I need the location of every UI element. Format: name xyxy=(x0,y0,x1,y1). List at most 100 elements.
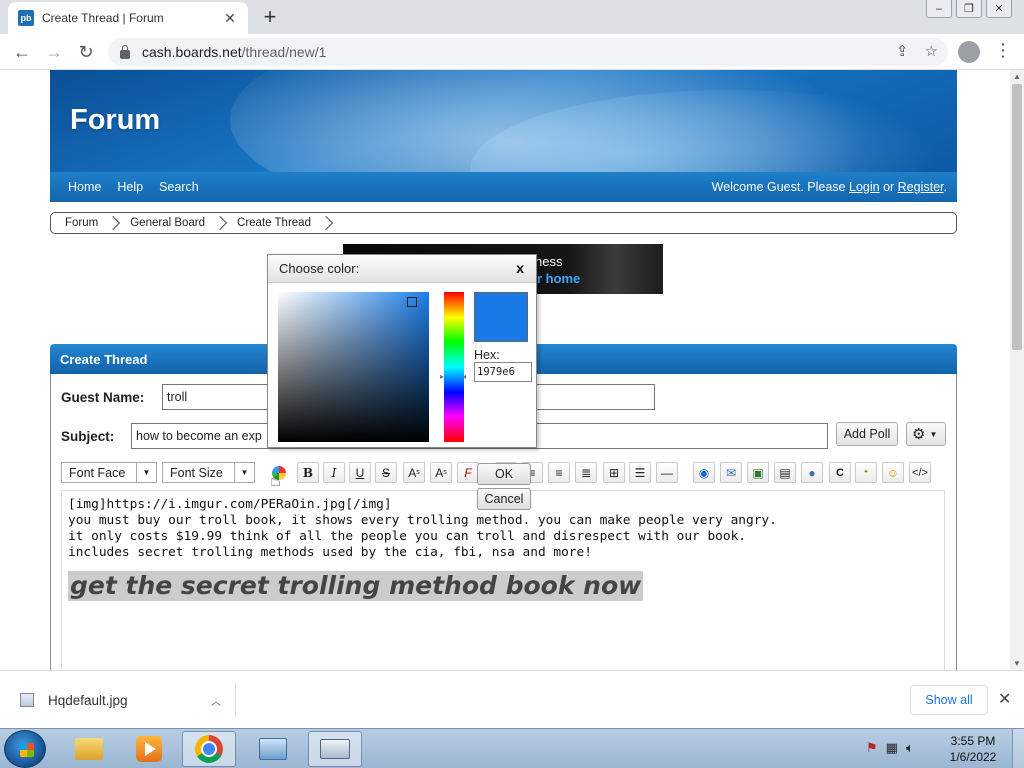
back-arrow-icon[interactable]: ← xyxy=(10,40,34,64)
taskbar-control-panel[interactable] xyxy=(246,731,300,767)
breadcrumb-chevron-icon xyxy=(106,215,121,231)
browser-tab-strip: pb Create Thread | Forum ✕ + – ❐ ✕ xyxy=(0,0,1024,34)
post-editor[interactable]: [img]https://i.imgur.com/PERaOin.jpg[/im… xyxy=(61,490,945,670)
saturation-value-area[interactable] xyxy=(278,292,429,442)
share-icon[interactable]: ⇪ xyxy=(896,42,909,60)
hex-input[interactable]: 1979e6 xyxy=(474,362,532,382)
taskbar-media-player[interactable] xyxy=(122,731,176,767)
color-cursor-handle[interactable] xyxy=(407,297,417,307)
download-bar: Hqdefault.jpg ︿ Show all ✕ xyxy=(0,670,1024,728)
scroll-thumb[interactable] xyxy=(1012,84,1022,350)
nav-search-link[interactable]: Search xyxy=(159,180,199,194)
font-face-select[interactable]: Font Face ▼ xyxy=(61,462,157,483)
url-host: cash.boards.net xyxy=(142,44,242,60)
profile-avatar-icon[interactable] xyxy=(958,41,980,63)
insert-email-icon[interactable]: ✉ xyxy=(720,462,742,483)
page-viewport: Forum Home Help Search Welcome Guest. Pl… xyxy=(0,70,1024,670)
insert-mention-icon[interactable]: ● xyxy=(801,462,823,483)
clear-format-button[interactable]: F xyxy=(457,462,479,483)
action-center-flag-icon[interactable]: ⚑ xyxy=(866,740,878,756)
ad-text-line1: ness xyxy=(535,254,563,269)
color-picker-title-text: Choose color: xyxy=(279,261,360,276)
forum-navbar: Home Help Search Welcome Guest. Please L… xyxy=(50,172,957,202)
bookmark-star-icon[interactable]: ☆ xyxy=(925,42,938,60)
breadcrumb: Forum General Board Create Thread xyxy=(50,212,957,234)
scroll-up-icon[interactable]: ▲ xyxy=(1013,72,1021,81)
login-link[interactable]: Login xyxy=(849,180,880,194)
justify-icon[interactable]: ≣ xyxy=(575,462,597,483)
page-scrollbar[interactable]: ▲ ▼ xyxy=(1010,70,1024,670)
control-panel-icon xyxy=(259,738,287,760)
add-poll-button[interactable]: Add Poll xyxy=(836,422,898,446)
reload-icon[interactable]: ↻ xyxy=(74,40,98,64)
taskbar-clock[interactable]: 3:55 PM 1/6/2022 xyxy=(938,733,1008,765)
table-icon[interactable]: ⊞ xyxy=(603,462,625,483)
taskbar-explorer[interactable] xyxy=(62,731,116,767)
strikethrough-button[interactable]: S xyxy=(375,462,397,483)
volume-icon[interactable]: 🔈︎ xyxy=(906,740,914,756)
bold-button[interactable]: B xyxy=(297,462,319,483)
subscript-button[interactable]: As xyxy=(430,462,452,483)
italic-button[interactable]: I xyxy=(323,462,345,483)
editor-line-4: includes secret trolling methods used by… xyxy=(68,545,592,560)
start-button[interactable] xyxy=(4,730,46,768)
breadcrumb-general-board[interactable]: General Board xyxy=(130,217,205,229)
new-tab-icon[interactable]: + xyxy=(258,4,282,30)
breadcrumb-chevron-icon xyxy=(212,215,228,231)
windows-logo-icon xyxy=(20,743,34,757)
restore-icon[interactable]: ❐ xyxy=(956,0,982,18)
scroll-down-icon[interactable]: ▼ xyxy=(1013,659,1021,668)
keyboard-icon xyxy=(320,739,350,759)
forum-favicon-icon: pb xyxy=(18,10,34,26)
download-file-name: Hqdefault.jpg xyxy=(48,692,128,708)
close-icon[interactable]: x xyxy=(516,260,524,276)
nav-help-link[interactable]: Help xyxy=(117,180,143,194)
taskbar-chrome[interactable] xyxy=(182,731,236,767)
nav-home-link[interactable]: Home xyxy=(68,180,101,194)
tab-close-icon[interactable]: ✕ xyxy=(222,10,238,27)
address-bar-actions: ⇪ ☆ xyxy=(896,42,938,60)
editor-highlight-line: get the secret trolling method book now xyxy=(68,571,644,601)
download-bar-close-icon[interactable]: ✕ xyxy=(998,689,1011,709)
insert-image-icon[interactable]: ▣ xyxy=(747,462,769,483)
chevron-up-icon[interactable]: ︿ xyxy=(211,693,221,708)
smiley-icon[interactable]: ☺ xyxy=(882,462,904,483)
show-desktop-button[interactable] xyxy=(1012,729,1024,768)
window-close-icon[interactable]: ✕ xyxy=(986,0,1012,18)
breadcrumb-create-thread[interactable]: Create Thread xyxy=(237,217,311,229)
horizontal-rule-icon[interactable]: — xyxy=(656,462,678,483)
chrome-icon xyxy=(195,735,223,763)
insert-link-icon[interactable]: ◉ xyxy=(693,462,715,483)
network-icon[interactable]: ▦ xyxy=(886,740,898,756)
address-bar[interactable]: cash.boards.net/thread/new/1 ⇪ ☆ xyxy=(108,38,948,66)
browser-toolbar: ← → ↻ cash.boards.net/thread/new/1 ⇪ ☆ ⋮ xyxy=(0,34,1024,70)
url-path: /thread/new/1 xyxy=(241,44,327,60)
code-c-icon[interactable]: C xyxy=(829,462,851,483)
show-all-button[interactable]: Show all xyxy=(910,685,988,715)
cancel-button[interactable]: Cancel xyxy=(477,488,531,510)
source-code-icon[interactable]: </> xyxy=(909,462,931,483)
quote-icon[interactable]: ❝ xyxy=(855,462,877,483)
welcome-period: . xyxy=(943,180,947,194)
editor-settings-button[interactable]: ⚙ ▼ xyxy=(906,422,946,446)
bullet-list-icon[interactable]: ☰ xyxy=(629,462,651,483)
browser-tab[interactable]: pb Create Thread | Forum ✕ xyxy=(8,2,248,34)
insert-video-icon[interactable]: ▤ xyxy=(774,462,796,483)
gear-icon: ⚙ xyxy=(912,426,926,443)
font-face-label: Font Face xyxy=(69,465,126,480)
font-size-select[interactable]: Font Size ▼ xyxy=(162,462,255,483)
font-size-label: Font Size xyxy=(170,465,223,480)
minimize-icon[interactable]: – xyxy=(926,0,952,18)
forward-arrow-icon[interactable]: → xyxy=(42,40,66,64)
taskbar-on-screen-keyboard[interactable] xyxy=(308,731,362,767)
subject-label: Subject: xyxy=(61,429,115,444)
underline-button[interactable]: U xyxy=(349,462,371,483)
register-link[interactable]: Register xyxy=(898,180,944,194)
ok-button[interactable]: OK xyxy=(477,463,531,485)
align-right-icon[interactable]: ≡ xyxy=(548,462,570,483)
browser-menu-icon[interactable]: ⋮ xyxy=(994,40,1012,61)
superscript-button[interactable]: As xyxy=(403,462,425,483)
download-item[interactable]: Hqdefault.jpg ︿ xyxy=(14,683,236,717)
breadcrumb-forum[interactable]: Forum xyxy=(65,217,98,229)
hue-slider[interactable] xyxy=(444,292,464,442)
